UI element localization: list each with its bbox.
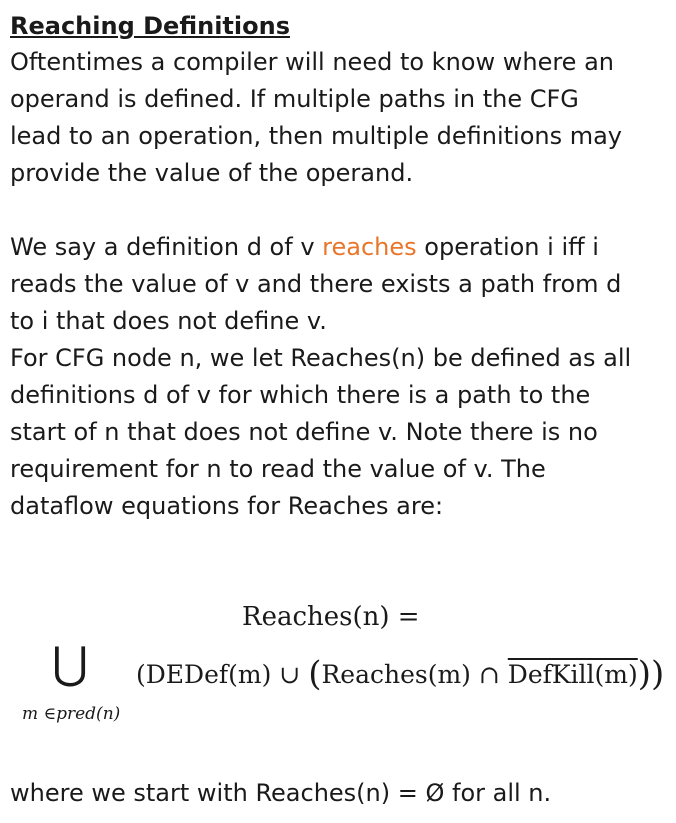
text-line: provide the value of the operand.	[10, 159, 414, 187]
text-line: dataflow equations for Reaches are:	[10, 492, 444, 520]
text-line: requirement for n to read the value of v…	[10, 455, 546, 483]
definition-paragraph: We say a definition d of v reaches opera…	[10, 229, 670, 340]
page-title: Reaching Definitions	[10, 12, 290, 40]
text-line: We say a definition d of v reaches opera…	[10, 229, 670, 266]
dataflow-equation: Reaches(n) = ⋃ m ∈pred(n) (DEDef(m) ∪ (R…	[0, 592, 676, 742]
text-line: to i that does not define v.	[10, 307, 327, 335]
text-line: reads the value of v and there exists a …	[10, 270, 622, 298]
text-line: For CFG node n, we let Reaches(n) be def…	[10, 344, 632, 372]
text-fragment: operation i iff i	[416, 233, 599, 261]
equation-lhs: Reaches(n) =	[242, 602, 420, 632]
intro-paragraph: Oftentimes a compiler will need to know …	[10, 44, 670, 192]
text-line: start of n that does not define v. Note …	[10, 418, 598, 446]
rhs-defkill-complement: DefKill(m)	[507, 660, 638, 689]
initialization-note: where we start with Reaches(n) = Ø for a…	[10, 779, 552, 807]
big-close-paren: ))	[637, 654, 665, 694]
rhs-dedef: (DEDef(m) ∪	[136, 660, 309, 689]
equation-rhs: (DEDef(m) ∪ (Reaches(m) ∩ DefKill(m)))	[136, 654, 664, 694]
text-line: lead to an operation, then multiple defi…	[10, 122, 623, 150]
reaches-keyword: reaches	[322, 233, 417, 261]
reaches-paragraph: For CFG node n, we let Reaches(n) be def…	[10, 340, 670, 525]
text-line: operand is defined. If multiple paths in…	[10, 85, 579, 113]
rhs-reaches: Reaches(m) ∩	[321, 660, 508, 689]
text-line: Oftentimes a compiler will need to know …	[10, 48, 614, 76]
union-subscript: m ∈pred(n)	[22, 704, 121, 724]
text-fragment: We say a definition d of v	[10, 233, 323, 261]
document-body: Reaching Definitions Oftentimes a compil…	[10, 8, 670, 525]
text-line: definitions d of v for which there is a …	[10, 381, 591, 409]
big-open-paren: (	[308, 654, 322, 694]
big-union-symbol: ⋃	[52, 638, 89, 689]
